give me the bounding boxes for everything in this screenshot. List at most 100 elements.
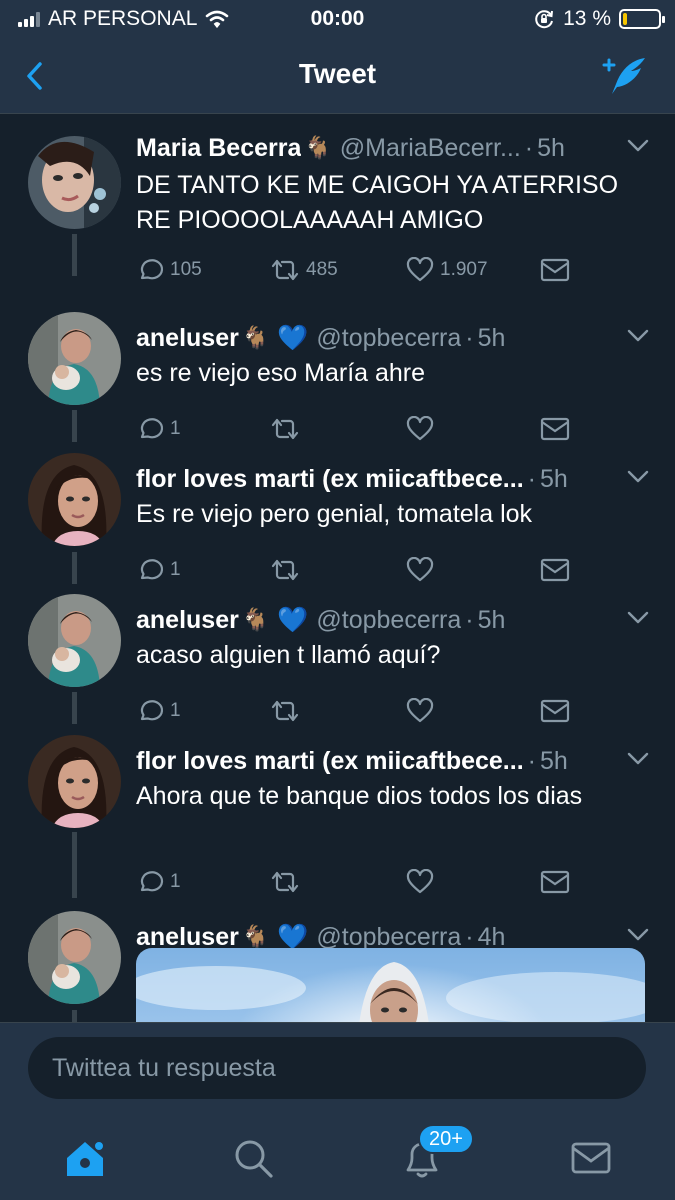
retweet-button[interactable] [270, 865, 300, 899]
tweet-text: Ahora que te banque dios todos los dias [136, 782, 583, 810]
user-name[interactable]: aneluser [136, 606, 239, 635]
retweet-button[interactable] [270, 412, 300, 446]
chevron-down-icon[interactable] [627, 752, 649, 766]
user-handle[interactable]: @topbecerra [316, 324, 461, 353]
tweet-time: 5h [477, 605, 506, 634]
tweet-actions: 1 [136, 412, 616, 446]
reply-count: 1 [170, 871, 181, 892]
chevron-down-icon[interactable] [627, 470, 649, 484]
reply-button[interactable]: 1 [136, 865, 181, 899]
retweet-icon [271, 418, 299, 440]
like-count: 1.907 [440, 259, 488, 280]
tweet-media-image[interactable] [136, 948, 645, 1022]
retweet-button[interactable] [270, 553, 300, 587]
bottom-tab-bar [0, 1114, 675, 1200]
envelope-icon [540, 417, 570, 441]
tweet-item[interactable]: aneluser 🐐 💙 @topbecerra · 5h acaso algu… [0, 586, 675, 727]
page-title: Tweet [298, 58, 377, 89]
tweet-time: 5h [539, 464, 568, 493]
reply-button[interactable]: 1 [136, 694, 181, 728]
dm-share-button[interactable] [540, 694, 570, 728]
avatar[interactable] [28, 136, 121, 229]
separator-dot: · [465, 323, 474, 352]
user-name[interactable]: flor loves marti (ex miicaftbece... [136, 465, 524, 494]
avatar[interactable] [28, 453, 121, 546]
chevron-down-icon[interactable] [627, 928, 649, 942]
tweet-item[interactable]: Maria Becerra 🐐 @MariaBecerr... · 5h DE … [0, 114, 675, 304]
dm-share-button[interactable] [540, 553, 570, 587]
tweet-item[interactable]: aneluser 🐐 💙 @topbecerra · 5h es re viej… [0, 304, 675, 445]
reply-icon [140, 418, 164, 439]
like-button[interactable] [406, 553, 434, 587]
user-handle[interactable]: @topbecerra [316, 606, 461, 635]
chevron-down-icon[interactable] [627, 611, 649, 625]
goat-emoji: 🐐 [241, 607, 270, 632]
reply-button[interactable]: 1 [136, 412, 181, 446]
avatar[interactable] [28, 911, 121, 1004]
separator-dot: · [527, 746, 536, 775]
user-handle[interactable]: @MariaBecerr... [340, 134, 521, 163]
avatar[interactable] [28, 312, 121, 405]
tweet-header: flor loves marti (ex miicaftbece... · 5h [136, 745, 649, 777]
like-button[interactable] [406, 412, 434, 446]
reply-count: 105 [170, 259, 202, 280]
goat-emoji: 🐐 [304, 135, 332, 160]
separator-dot: · [465, 605, 474, 634]
blue-heart-emoji: 💙 [277, 605, 309, 634]
heart-icon [406, 257, 434, 282]
tweet-header: flor loves marti (ex miicaftbece... · 5h [136, 463, 649, 495]
status-bar: AR PERSONAL 00:00 13 % [0, 0, 675, 38]
tweet-time: 5h [539, 746, 568, 775]
avatar[interactable] [28, 594, 121, 687]
retweet-button[interactable] [270, 694, 300, 728]
user-name[interactable]: aneluser [136, 324, 239, 353]
compose-tweet-icon[interactable] [601, 54, 649, 98]
reply-icon [140, 559, 164, 580]
retweet-button[interactable]: 485 [270, 253, 338, 287]
goat-emoji: 🐐 [241, 924, 270, 949]
tweet-header: aneluser 🐐 💙 @topbecerra · 5h [136, 604, 649, 636]
envelope-icon [540, 699, 570, 723]
reply-count: 1 [170, 418, 181, 439]
reply-button[interactable]: 1 [136, 553, 181, 587]
like-button[interactable] [406, 865, 434, 899]
tweet-text: DE TANTO KE ME CAIGOH YA ATERRISO RE PIO… [136, 171, 619, 234]
tweet-time: 5h [477, 323, 506, 352]
tweet-time: 5h [537, 133, 565, 162]
dm-share-button[interactable] [540, 253, 570, 287]
heart-icon [406, 557, 434, 582]
reply-button[interactable]: 105 [136, 253, 202, 287]
like-button[interactable]: 1.907 [406, 253, 488, 287]
user-name[interactable]: Maria Becerra [136, 134, 301, 163]
notifications-badge: 20+ [418, 1124, 474, 1154]
separator-dot: · [527, 464, 536, 493]
separator-dot: · [524, 133, 534, 162]
heart-icon [406, 698, 434, 723]
search-icon[interactable] [231, 1136, 275, 1180]
reply-input[interactable]: Twittea tu respuesta [28, 1037, 646, 1099]
tweet-item[interactable]: flor loves marti (ex miicaftbece... · 5h… [0, 727, 675, 903]
envelope-icon [540, 870, 570, 894]
retweet-icon [271, 700, 299, 722]
heart-icon [406, 416, 434, 441]
user-name[interactable]: flor loves marti (ex miicaftbece... [136, 747, 524, 776]
tweet-actions: 105 485 1.907 [136, 253, 616, 287]
tweet-item[interactable]: flor loves marti (ex miicaftbece... · 5h… [0, 445, 675, 586]
chevron-down-icon[interactable] [627, 139, 649, 153]
avatar[interactable] [28, 735, 121, 828]
retweet-icon [271, 559, 299, 581]
home-icon[interactable] [63, 1136, 107, 1180]
reply-icon [140, 700, 164, 721]
like-button[interactable] [406, 694, 434, 728]
tweet-thread: Maria Becerra 🐐 @MariaBecerr... · 5h DE … [0, 114, 675, 1022]
battery-percent: 13 % [563, 7, 611, 30]
dm-share-button[interactable] [540, 412, 570, 446]
messages-icon[interactable] [569, 1136, 613, 1180]
top-nav-bar: Tweet [0, 38, 675, 114]
envelope-icon [540, 558, 570, 582]
dm-share-button[interactable] [540, 865, 570, 899]
tweet-header: aneluser 🐐 💙 @topbecerra · 5h [136, 322, 649, 354]
chevron-down-icon[interactable] [627, 329, 649, 343]
goat-emoji: 🐐 [241, 325, 270, 350]
tweet-actions: 1 [136, 553, 616, 587]
